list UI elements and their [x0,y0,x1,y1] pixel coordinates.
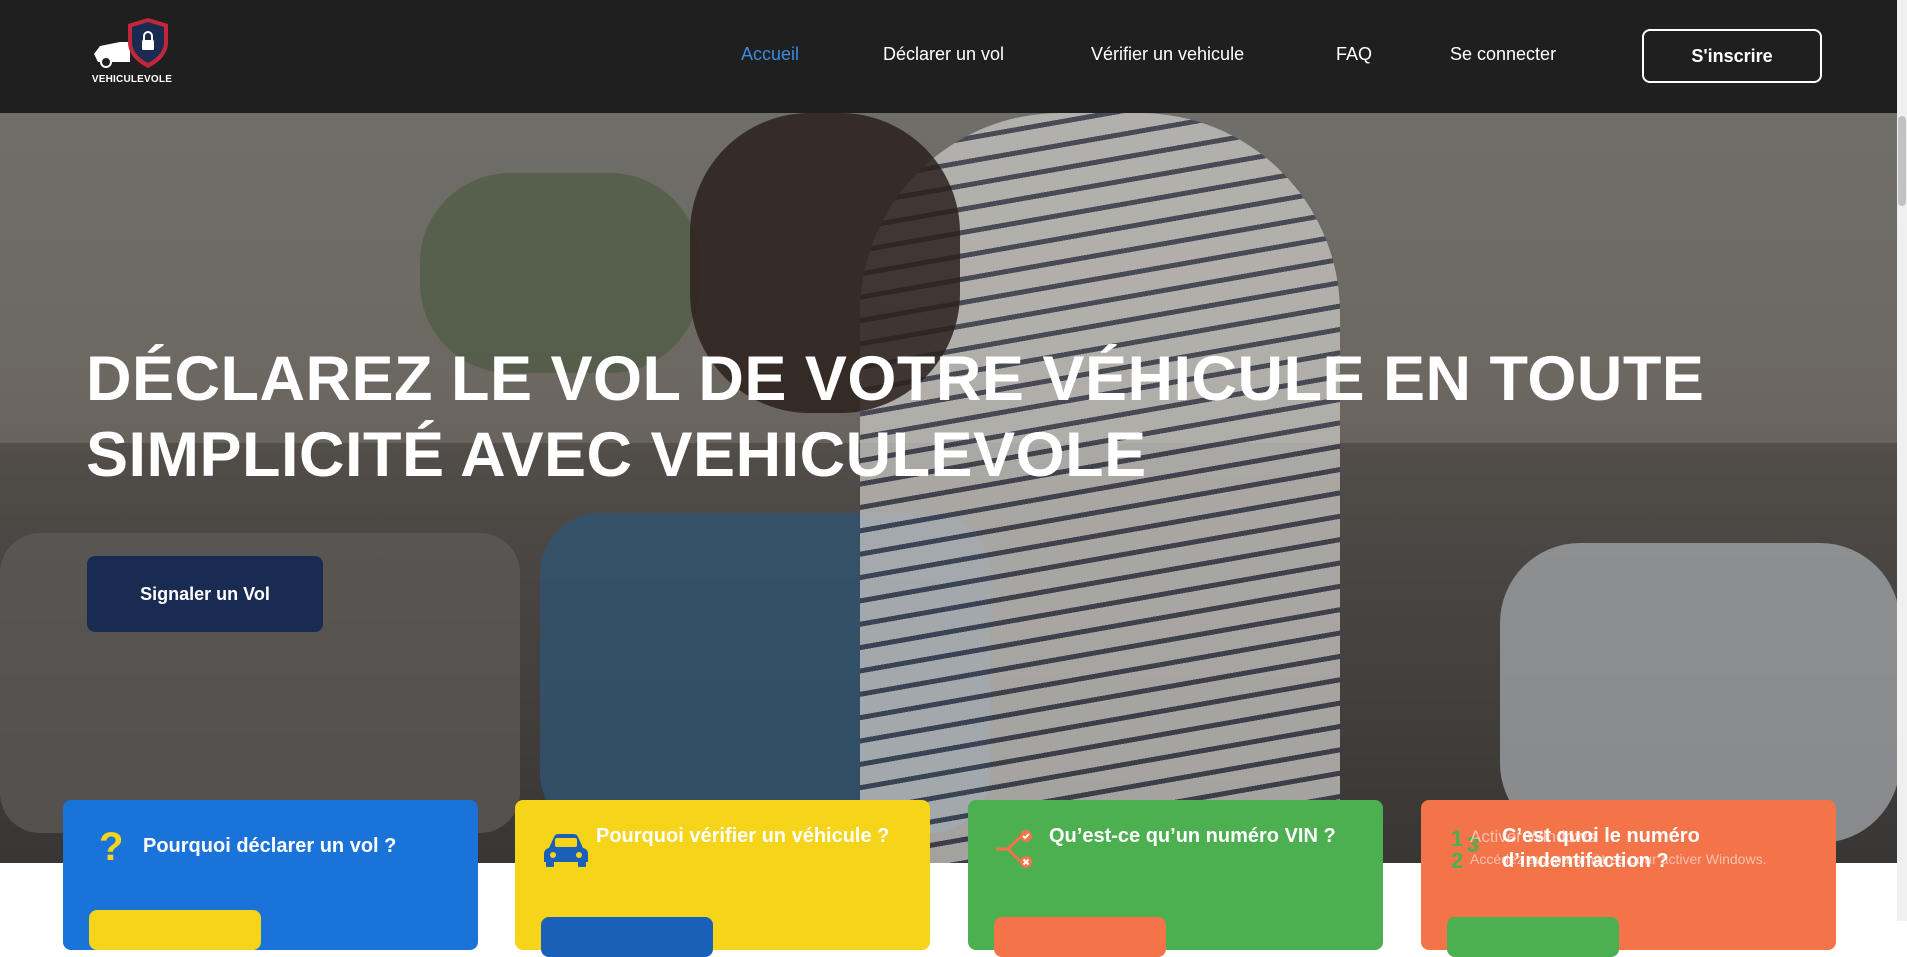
card-why-verify[interactable]: Pourquoi vérifier un véhicule ? [515,800,930,957]
card-vin[interactable]: Qu’est-ce qu’un numéro VIN ? [968,800,1383,957]
scrollbar-thumb[interactable] [1898,116,1906,206]
card-button[interactable] [1447,917,1619,957]
nav-faq[interactable]: FAQ [1336,44,1372,65]
svg-text:?: ? [99,826,123,866]
card-button[interactable] [89,910,261,950]
nav-verifier-un-vehicule[interactable]: Vérifier un vehicule [1091,44,1244,65]
card-button[interactable] [541,917,713,957]
navbar: VEHICULEVOLE Accueil Déclarer un vol Vér… [0,0,1897,113]
background-car-white [1500,543,1897,843]
card-title: Pourquoi vérifier un véhicule ? [596,825,890,847]
nav-se-connecter[interactable]: Se connecter [1450,44,1556,65]
report-theft-button[interactable]: Signaler un Vol [87,556,323,632]
signup-button[interactable]: S'inscrire [1642,29,1822,83]
logo[interactable]: VEHICULEVOLE [86,18,178,86]
watermark-subtitle: Accédez aux paramètres pour activer Wind… [1470,851,1767,867]
card-why-declare[interactable]: ? Pourquoi déclarer un vol ? [63,800,478,950]
hero-section: DÉCLAREZ LE VOL DE VOTRE VÉHICULE EN TOU… [0,113,1897,863]
card-button[interactable] [994,917,1166,957]
nav-declarer-un-vol[interactable]: Déclarer un vol [883,44,1004,65]
branch-icon [996,830,1032,868]
car-icon [544,834,588,867]
logo-shield-car-icon [94,18,168,68]
card-identification-number[interactable]: 1 3 2 C’est quoi le numéro d’indentifact… [1421,800,1836,957]
scrollbar[interactable] [1897,0,1907,921]
card-title: Qu’est-ce qu’un numéro VIN ? [1049,825,1336,847]
windows-activation-watermark: Activer Windows Accédez aux paramètres p… [1470,826,1766,870]
logo-text: VEHICULEVOLE [91,74,173,85]
question-icon: ? [99,826,123,866]
watermark-title: Activer Windows [1470,827,1596,846]
nav-accueil[interactable]: Accueil [741,44,799,65]
svg-text:2: 2 [1451,848,1463,870]
hero-title: DÉCLAREZ LE VOL DE VOTRE VÉHICULE EN TOU… [86,344,1705,490]
card-title: Pourquoi déclarer un vol ? [143,835,397,857]
